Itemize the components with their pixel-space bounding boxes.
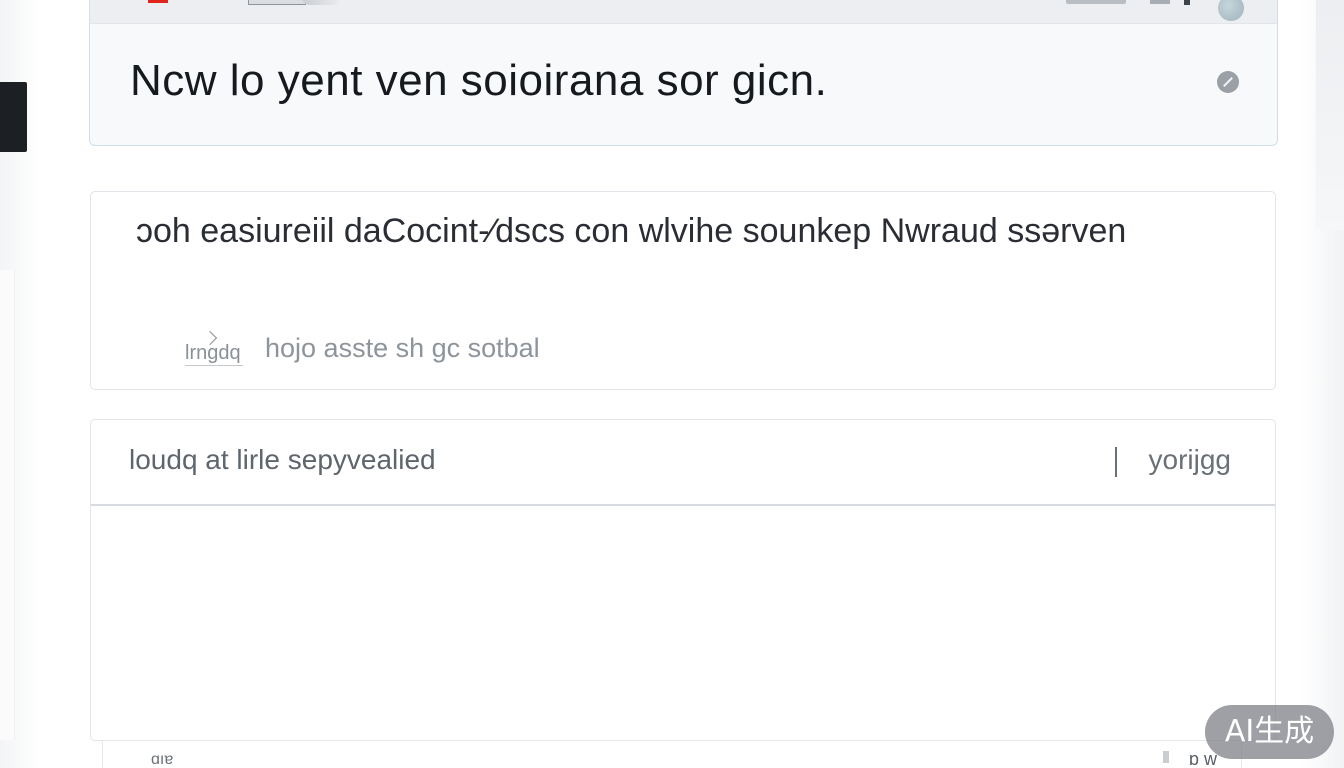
meta-text: hojo asste sh gc sotbal (265, 332, 540, 363)
header-toolbar (90, 0, 1277, 24)
page-title: Ncw lo yent ven soioirana sor gicn. (130, 56, 828, 105)
ai-generated-badge: AI生成 (1205, 705, 1334, 759)
toolbar-slot (248, 0, 306, 5)
list-header: loudq at lirle sepyvealied yorijgg (91, 420, 1275, 506)
side-panel-tab[interactable] (0, 82, 27, 152)
right-sidebar-edge (1316, 0, 1344, 230)
toolbar-control[interactable] (1066, 0, 1126, 4)
list-header-label: loudq at lirle sepyvealied (129, 444, 436, 475)
toolbar-control-small[interactable] (1150, 0, 1170, 4)
description-card: ɔoh easiureiil daCocint-∕dscs con wlvihe… (90, 191, 1276, 390)
header-card: Ncw lo yent ven soioirana sor gicn. (89, 0, 1278, 146)
bottom-marker (1163, 751, 1169, 763)
bottom-left-label: ɑıɐ (151, 751, 174, 768)
link-icon[interactable]: lrngdq (185, 331, 243, 366)
list-panel: loudq at lirle sepyvealied yorijgg (90, 419, 1276, 741)
clear-icon[interactable] (1217, 71, 1239, 93)
list-body (91, 506, 1275, 740)
description-meta: lrngdq hojo asste sh gc sotbal (185, 328, 540, 368)
user-avatar[interactable] (1218, 0, 1244, 21)
list-header-action-button[interactable]: yorijgg (1149, 444, 1231, 476)
toolbar-grip (302, 0, 342, 5)
description-text: ɔoh easiureiil daCocint-∕dscs con wlvihe… (136, 212, 1127, 250)
left-sidebar-edge (0, 270, 15, 740)
app-window: Ncw lo yent ven soioirana sor gicn. ɔoh … (0, 0, 1344, 768)
bottom-bar: ɑıɐ ɒ w (102, 740, 1242, 768)
record-indicator-icon (148, 0, 168, 3)
header-divider (1115, 447, 1117, 477)
toolbar-marker (1184, 0, 1190, 5)
